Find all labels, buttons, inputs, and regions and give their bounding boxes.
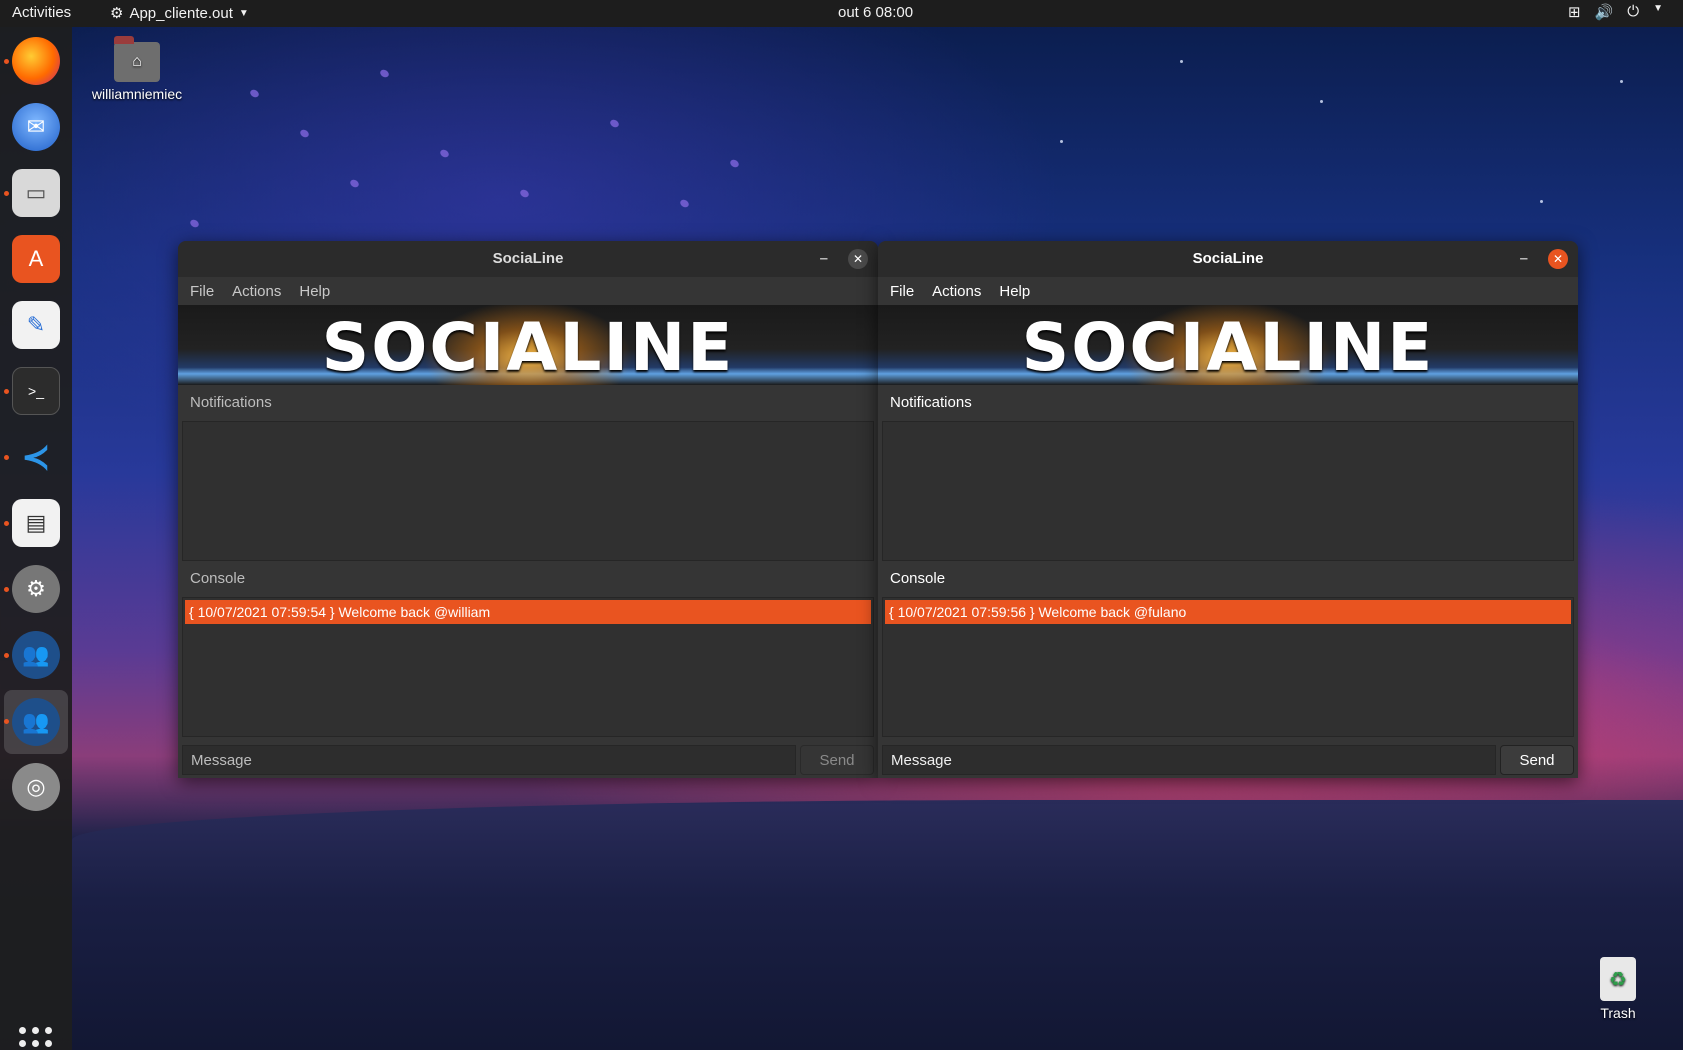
console-line[interactable]: { 10/07/2021 07:59:56 } Welcome back @fu… bbox=[885, 600, 1571, 624]
wallpaper-star bbox=[1620, 80, 1623, 83]
chevron-down-icon: ▼ bbox=[238, 7, 249, 19]
trash-label: Trash bbox=[1600, 1005, 1636, 1021]
socialine-window-left: SociaLine – ✕ File Actions Help SOCIALIN… bbox=[178, 241, 878, 778]
menu-actions[interactable]: Actions bbox=[932, 283, 981, 300]
home-folder-label: williamniemiec bbox=[91, 86, 183, 102]
message-input[interactable] bbox=[182, 745, 796, 775]
terminal-icon[interactable]: >_ bbox=[12, 367, 60, 415]
wallpaper-petal bbox=[438, 148, 451, 159]
wallpaper-petal bbox=[188, 218, 201, 229]
window-titlebar[interactable]: SociaLine – ✕ bbox=[178, 241, 878, 277]
send-button[interactable]: Send bbox=[1500, 745, 1574, 775]
software-icon[interactable]: A bbox=[12, 235, 60, 283]
apps-grid-icon[interactable] bbox=[19, 1027, 53, 1050]
console-line[interactable]: { 10/07/2021 07:59:54 } Welcome back @wi… bbox=[185, 600, 871, 624]
banner-logo: SOCIALINE bbox=[321, 309, 735, 385]
app-menu-icon: ⚙ bbox=[110, 5, 124, 22]
window-titlebar[interactable]: SociaLine – ✕ bbox=[878, 241, 1578, 277]
running-indicator bbox=[4, 455, 9, 460]
menu-file[interactable]: File bbox=[190, 283, 214, 300]
socialine-banner: SOCIALINE bbox=[878, 305, 1578, 385]
system-tray[interactable]: ⊞ 🔊 ⏻ ▼ bbox=[1568, 3, 1663, 21]
close-button[interactable]: ✕ bbox=[848, 249, 868, 269]
menu-bar: File Actions Help bbox=[878, 277, 1578, 305]
firefox-icon[interactable] bbox=[12, 37, 60, 85]
app-menu-label: App_cliente.out bbox=[129, 4, 233, 22]
menu-actions[interactable]: Actions bbox=[232, 283, 281, 300]
console-label: Console bbox=[190, 570, 246, 587]
socialine-icon: 👥 bbox=[12, 698, 60, 746]
disc-icon[interactable]: ◎ bbox=[12, 763, 60, 811]
running-indicator bbox=[4, 191, 9, 196]
running-indicator bbox=[4, 653, 9, 658]
close-button[interactable]: ✕ bbox=[1548, 249, 1568, 269]
console-list[interactable]: { 10/07/2021 07:59:54 } Welcome back @wi… bbox=[182, 597, 874, 737]
notifications-label: Notifications bbox=[190, 394, 272, 411]
wallpaper-hill bbox=[72, 800, 1683, 1050]
vscode-icon[interactable]: ≺ bbox=[12, 433, 60, 481]
wallpaper-petal bbox=[608, 118, 621, 129]
network-icon: ⊞ bbox=[1567, 4, 1581, 21]
running-indicator bbox=[4, 521, 9, 526]
send-button[interactable]: Send bbox=[800, 745, 874, 775]
power-icon: ⏻ bbox=[1627, 3, 1640, 20]
wallpaper-petal bbox=[378, 68, 391, 79]
wallpaper-star bbox=[1320, 100, 1323, 103]
socialine-window-right: SociaLine – ✕ File Actions Help SOCIALIN… bbox=[878, 241, 1578, 778]
dock: ✉ ▭ A ✎ >_ ≺ ▤ ⚙ 👥 👥 ◎ bbox=[0, 27, 72, 1050]
wallpaper-petal bbox=[348, 178, 361, 189]
wallpaper-petal bbox=[248, 88, 261, 99]
running-indicator bbox=[4, 587, 9, 592]
clock[interactable]: out 6 08:00 bbox=[838, 4, 913, 21]
home-folder-desktop-icon[interactable]: ⌂ williamniemiec bbox=[82, 36, 192, 102]
chevron-down-icon: ▼ bbox=[1653, 3, 1663, 14]
notifications-label: Notifications bbox=[890, 394, 972, 411]
message-input[interactable] bbox=[882, 745, 1496, 775]
minimize-button[interactable]: – bbox=[1520, 241, 1528, 277]
window-title: SociaLine bbox=[1192, 250, 1264, 267]
running-indicator bbox=[4, 59, 9, 64]
activities-button[interactable]: Activities bbox=[12, 4, 71, 21]
console-list[interactable]: { 10/07/2021 07:59:56 } Welcome back @fu… bbox=[882, 597, 1574, 737]
console-label: Console bbox=[890, 570, 946, 587]
top-bar: Activities ⚙ App_cliente.out ▼ out 6 08:… bbox=[0, 0, 1683, 27]
wallpaper-petal bbox=[728, 158, 741, 169]
wallpaper-star bbox=[1540, 200, 1543, 203]
text-editor-icon[interactable]: ✎ bbox=[12, 301, 60, 349]
wallpaper-star bbox=[1060, 140, 1063, 143]
socialine-banner: SOCIALINE bbox=[178, 305, 878, 385]
banner-logo: SOCIALINE bbox=[1021, 309, 1435, 385]
home-folder-icon: ⌂ bbox=[114, 36, 160, 82]
running-indicator bbox=[4, 389, 9, 394]
notifications-list[interactable] bbox=[882, 421, 1574, 561]
settings-icon[interactable]: ⚙ bbox=[12, 565, 60, 613]
message-row: Send bbox=[882, 745, 1574, 775]
app-menu[interactable]: ⚙ App_cliente.out ▼ bbox=[110, 4, 249, 23]
menu-help[interactable]: Help bbox=[999, 283, 1030, 300]
menu-file[interactable]: File bbox=[890, 283, 914, 300]
volume-icon: 🔊 bbox=[1594, 4, 1614, 21]
notifications-list[interactable] bbox=[182, 421, 874, 561]
window-title: SociaLine bbox=[492, 250, 564, 267]
socialine-icon[interactable]: 👥 bbox=[12, 631, 60, 679]
socialine-active-icon[interactable]: 👥 bbox=[4, 690, 68, 754]
wallpaper-star bbox=[1180, 60, 1183, 63]
wallpaper-petal bbox=[298, 128, 311, 139]
menu-bar: File Actions Help bbox=[178, 277, 878, 305]
minimize-button[interactable]: – bbox=[820, 241, 828, 277]
thunderbird-icon[interactable]: ✉ bbox=[12, 103, 60, 151]
files-icon[interactable]: ▭ bbox=[12, 169, 60, 217]
document-viewer-icon[interactable]: ▤ bbox=[12, 499, 60, 547]
wallpaper-petal bbox=[518, 188, 531, 199]
menu-help[interactable]: Help bbox=[299, 283, 330, 300]
running-indicator bbox=[4, 719, 9, 724]
trash-icon: ♻ bbox=[1600, 957, 1636, 1001]
wallpaper-petal bbox=[678, 198, 691, 209]
trash-desktop-icon[interactable]: ♻ Trash bbox=[1590, 957, 1646, 1021]
message-row: Send bbox=[182, 745, 874, 775]
